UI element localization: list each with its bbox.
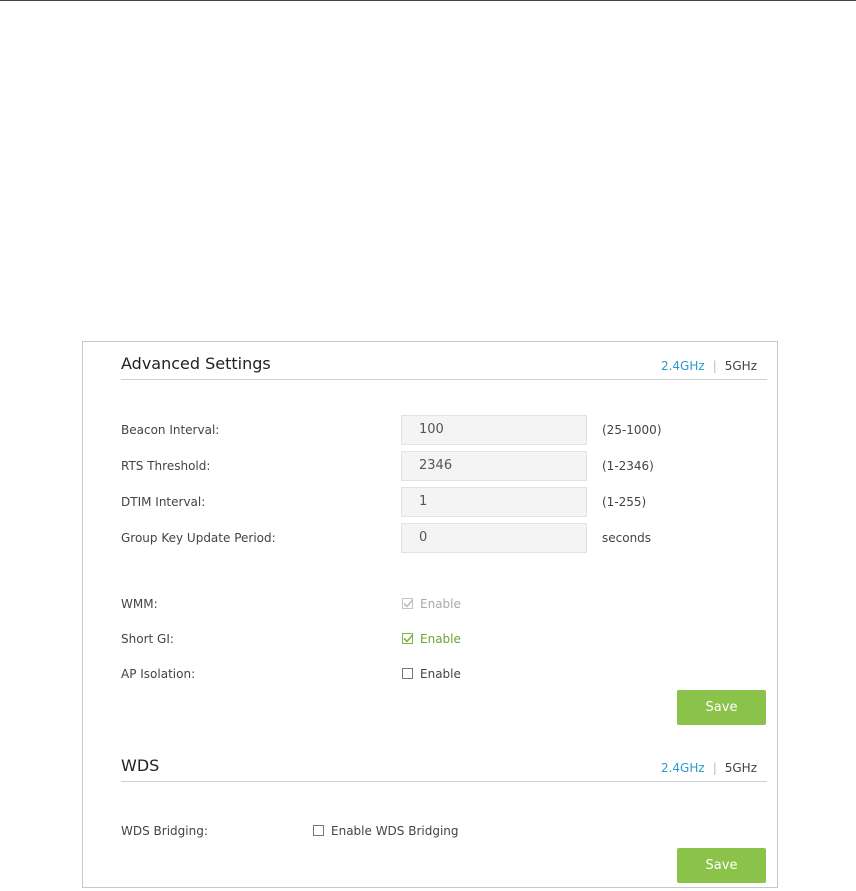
beacon-interval-label: Beacon Interval:	[121, 423, 220, 437]
group-key-update-unit: seconds	[602, 531, 652, 545]
wds-divider	[121, 781, 767, 782]
group-key-update-label: Group Key Update Period:	[121, 531, 276, 545]
advanced-settings-title: Advanced Settings	[121, 354, 271, 373]
advanced-save-button[interactable]: Save	[677, 690, 766, 725]
top-border-line	[0, 0, 856, 1]
band-24ghz-tab[interactable]: 2.4GHz	[661, 359, 705, 373]
beacon-interval-input[interactable]: 100	[401, 415, 587, 445]
band-separator: |	[712, 359, 717, 373]
wmm-checkbox[interactable]	[402, 598, 414, 609]
advanced-divider	[121, 379, 767, 380]
wds-bridging-checkbox[interactable]	[313, 825, 324, 836]
wds-bridging-enable-text: Enable WDS Bridging	[331, 824, 459, 838]
wds-bridging-label: WDS Bridging:	[121, 824, 208, 838]
check-icon	[403, 633, 414, 643]
settings-panel: Advanced Settings 2.4GHz | 5GHz Beacon Int…	[82, 341, 778, 888]
ap-isolation-label: AP Isolation:	[121, 667, 196, 681]
ap-isolation-checkbox[interactable]	[402, 668, 413, 679]
wds-band-24ghz-tab[interactable]: 2.4GHz	[661, 761, 705, 775]
check-icon	[403, 598, 414, 608]
group-key-update-input[interactable]: 0	[401, 523, 587, 553]
short-gi-checkbox[interactable]	[402, 633, 414, 644]
ap-isolation-enable-text: Enable	[420, 667, 461, 681]
short-gi-enable-text: Enable	[420, 632, 461, 646]
wds-save-button[interactable]: Save	[677, 848, 766, 883]
dtim-interval-input[interactable]: 1	[401, 487, 587, 517]
dtim-interval-label: DTIM Interval:	[121, 495, 206, 509]
wds-band-separator: |	[712, 761, 717, 775]
rts-threshold-label: RTS Threshold:	[121, 459, 211, 473]
wds-band-5ghz-tab[interactable]: 5GHz	[725, 761, 757, 775]
wds-title: WDS	[121, 756, 160, 775]
short-gi-label: Short GI:	[121, 632, 174, 646]
wmm-label: WMM:	[121, 597, 158, 611]
band-5ghz-tab[interactable]: 5GHz	[725, 359, 757, 373]
wds-band-switch: 2.4GHz | 5GHz	[661, 761, 757, 775]
dtim-interval-range: (1-255)	[602, 495, 647, 509]
rts-threshold-range: (1-2346)	[602, 459, 654, 473]
rts-threshold-input[interactable]: 2346	[401, 451, 587, 481]
wmm-enable-text: Enable	[420, 597, 461, 611]
advanced-band-switch: 2.4GHz | 5GHz	[661, 359, 757, 373]
beacon-interval-range: (25-1000)	[602, 423, 662, 437]
